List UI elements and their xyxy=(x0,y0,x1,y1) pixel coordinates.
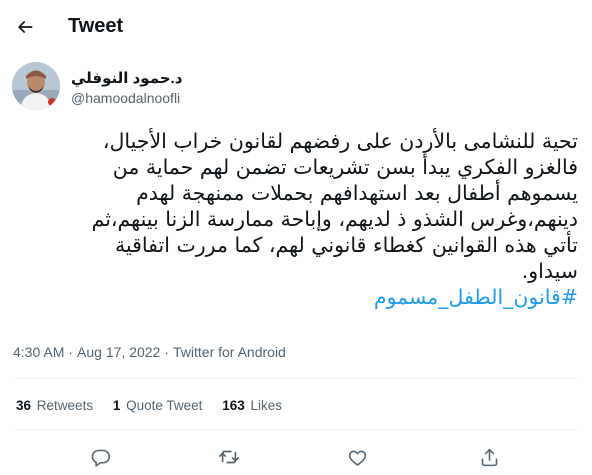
tweet-text-line: دينهم،وغرس الشذو ذ لديهم، وإباحة ممارسة … xyxy=(91,207,578,231)
share-icon xyxy=(481,448,497,466)
tweet-text-line: سيداو. xyxy=(521,259,578,283)
divider xyxy=(13,378,579,379)
like-icon xyxy=(348,450,366,466)
author-handle[interactable]: @hamoodalnoofli xyxy=(71,90,180,106)
quote-tweets-stat[interactable]: 1 Quote Tweet xyxy=(113,398,203,413)
likes-count: 163 xyxy=(222,398,245,413)
author-name[interactable]: د.حمود النوفلي xyxy=(71,69,182,87)
tweet-text-line: يسموهم أطفال بعد استهدافهم بحملات ممنهجة… xyxy=(136,181,578,205)
meta-separator: · xyxy=(68,344,74,360)
retweet-button[interactable] xyxy=(212,440,246,474)
tweet-text-line: تأتي هذه القوانين كغطاء قانوني لهم، كما … xyxy=(114,233,578,257)
tweet-text-line: تحية للنشامى بالأردن على رفضهم لقانون خر… xyxy=(102,129,578,153)
tweet-source[interactable]: Twitter for Android xyxy=(173,344,286,360)
quote-tweets-label: Quote Tweet xyxy=(126,398,203,413)
quote-tweets-count: 1 xyxy=(112,398,121,413)
page-title: Tweet xyxy=(68,15,124,37)
share-button[interactable] xyxy=(472,440,506,474)
retweets-count: 36 xyxy=(16,398,32,413)
tweet-text-line: فالغزو الفكري يبدأ بسن تشريعات تضمن لهم … xyxy=(112,155,578,179)
hashtag-link[interactable]: #قانون_الطفل_مسموم xyxy=(8,284,578,310)
arrow-left-icon xyxy=(18,21,33,33)
reply-icon xyxy=(91,449,110,467)
tweet-stats: 36 Retweets 1 Quote Tweet 163 Likes xyxy=(16,398,298,413)
tweet-text: تحية للنشامى بالأردن على رفضهم لقانون خر… xyxy=(8,128,578,310)
tweet-header: Tweet xyxy=(0,0,592,53)
like-button[interactable] xyxy=(340,440,374,474)
likes-label: Likes xyxy=(250,398,283,413)
tweet-time[interactable]: 4:30 AM xyxy=(13,344,64,360)
meta-separator: · xyxy=(164,344,170,360)
likes-stat[interactable]: 163 Likes xyxy=(222,398,282,413)
avatar[interactable] xyxy=(12,62,60,110)
retweet-icon xyxy=(219,450,239,464)
tweet-actions xyxy=(0,440,592,475)
back-button[interactable] xyxy=(10,12,40,42)
tweet-author: د.حمود النوفلي @hamoodalnoofli xyxy=(12,62,582,112)
divider xyxy=(13,429,579,430)
tweet-date[interactable]: Aug 17, 2022 xyxy=(77,344,160,360)
retweets-label: Retweets xyxy=(36,398,94,413)
reply-button[interactable] xyxy=(83,440,117,474)
retweets-stat[interactable]: 36 Retweets xyxy=(16,398,93,413)
tweet-meta: 4:30 AM · Aug 17, 2022 · Twitter for Android xyxy=(13,344,286,360)
